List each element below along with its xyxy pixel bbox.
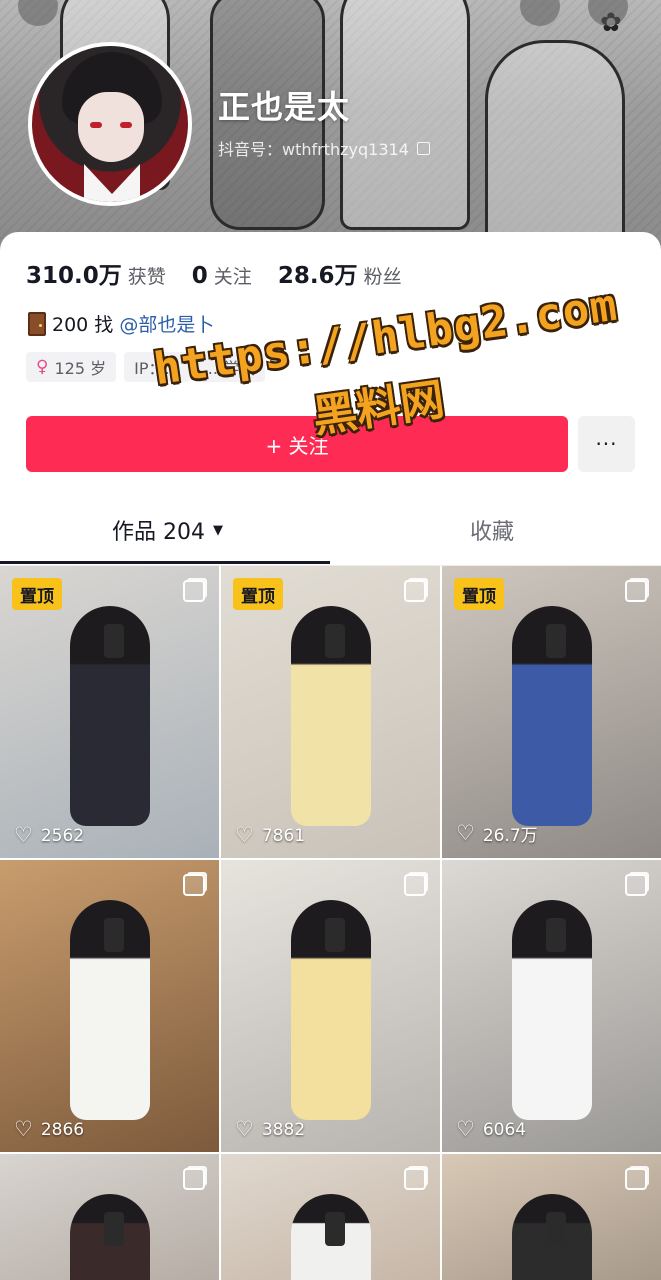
heart-icon: ♡ [456, 821, 475, 845]
multi-image-icon [183, 874, 205, 896]
profile-nickname: 正也是太 [218, 88, 351, 126]
pinned-badge: 置顶 [12, 578, 62, 610]
search-button[interactable] [520, 0, 560, 26]
bio-mention-link[interactable]: @部也是卜 [119, 310, 214, 337]
school-tag-text: ...学校 [207, 359, 255, 378]
multi-image-icon [404, 580, 426, 602]
video-likes-count: 2866 [40, 1119, 85, 1140]
video-likes: ♡ 7861 [235, 825, 305, 846]
video-thumbnail[interactable] [0, 1154, 219, 1280]
avatar[interactable] [28, 42, 192, 206]
multi-image-icon [625, 1168, 647, 1190]
bio-text: 200 找 [52, 314, 114, 336]
multi-image-icon [404, 874, 426, 896]
phone-prop [546, 918, 566, 952]
tab-favorites[interactable]: 收藏 [470, 514, 514, 546]
video-thumbnail[interactable]: ♡ 3882 [221, 860, 440, 1152]
heart-icon: ♡ [14, 823, 33, 847]
followers-count: 28.6万 [277, 263, 358, 289]
video-thumbnail[interactable]: 置顶 ♡ 2562 [0, 566, 219, 858]
following-count: 0 [191, 263, 208, 289]
pinned-badge: 置顶 [233, 578, 283, 610]
tab-favorites-label: 收藏 [470, 520, 515, 545]
follow-button[interactable]: + 关注 [26, 416, 568, 472]
video-thumbnail[interactable] [442, 1154, 661, 1280]
video-likes: ♡ 2562 [14, 825, 84, 846]
menu-button[interactable] [588, 0, 628, 26]
female-icon: ♀ [36, 357, 49, 377]
more-icon: ··· [595, 432, 618, 456]
profile-card: 310.0万 获赞 0 关注 28.6万 粉丝 200 找 @部也是卜 ♀ 12… [0, 232, 661, 1280]
active-tab-indicator [0, 561, 330, 564]
pinned-badge: 置顶 [454, 578, 504, 610]
profile-tags: ♀ 125 岁 IP：... ...学校 [26, 352, 265, 382]
multi-image-icon [183, 1168, 205, 1190]
phone-prop [325, 624, 345, 658]
tab-works[interactable]: 作品 204 ▼ [112, 514, 223, 546]
video-likes-count: 26.7万 [482, 826, 538, 846]
video-thumbnail[interactable]: ♡ 2866 [0, 860, 219, 1152]
video-thumbnail[interactable]: 置顶 ♡ 7861 [221, 566, 440, 858]
door-icon [28, 311, 46, 336]
banner-illustration-figure [485, 40, 625, 250]
more-options-button[interactable]: ··· [578, 416, 635, 472]
likes-count: 310.0万 [26, 263, 122, 289]
video-likes-count: 6064 [482, 1119, 527, 1140]
video-likes: ♡ 26.7万 [456, 821, 538, 847]
ip-tag-text: IP：... [134, 359, 180, 378]
tab-works-label: 作品 204 [112, 520, 205, 545]
multi-image-icon [183, 580, 205, 602]
video-thumbnail[interactable] [221, 1154, 440, 1280]
heart-icon: ♡ [14, 1117, 33, 1141]
heart-icon: ♡ [235, 1117, 254, 1141]
video-likes-count: 2562 [40, 825, 85, 846]
video-likes: ♡ 3882 [235, 1119, 305, 1140]
video-grid: 置顶 ♡ 2562 置顶 ♡ 7861 置顶 ♡ 26.7万 ♡ 2866 ♡ 3882 ♡ 6064 [0, 566, 661, 1280]
follow-button-label: + 关注 [265, 433, 329, 458]
multi-image-icon [625, 580, 647, 602]
douyin-id[interactable]: 抖音号：wthfrthzyq1314 [218, 136, 430, 160]
douyin-id-text: 抖音号：wthfrthzyq1314 [218, 140, 409, 159]
phone-prop [104, 1212, 124, 1246]
video-likes: ♡ 2866 [14, 1119, 84, 1140]
phone-prop [325, 1212, 345, 1246]
caret-down-icon[interactable]: ▼ [213, 523, 223, 538]
profile-stats: 310.0万 获赞 0 关注 28.6万 粉丝 [26, 256, 428, 290]
video-likes: ♡ 6064 [456, 1119, 526, 1140]
age-tag: ♀ 125 岁 [26, 352, 117, 382]
back-button[interactable] [18, 0, 58, 26]
profile-bio: 200 找 @部也是卜 [28, 310, 214, 337]
phone-prop [104, 918, 124, 952]
likes-label[interactable]: 获赞 [128, 262, 166, 289]
phone-prop [325, 918, 345, 952]
phone-prop [104, 624, 124, 658]
multi-image-icon [625, 874, 647, 896]
video-likes-count: 3882 [261, 1119, 306, 1140]
phone-prop [546, 624, 566, 658]
multi-image-icon [404, 1168, 426, 1190]
video-thumbnail[interactable]: 置顶 ♡ 26.7万 [442, 566, 661, 858]
heart-icon: ♡ [235, 823, 254, 847]
video-likes-count: 7861 [261, 825, 306, 846]
video-thumbnail[interactable]: ♡ 6064 [442, 860, 661, 1152]
ip-tag: IP：... [124, 352, 190, 382]
phone-prop [546, 1212, 566, 1246]
heart-icon: ♡ [456, 1117, 475, 1141]
following-label[interactable]: 关注 [214, 262, 252, 289]
content-tabs: 作品 204 ▼ 收藏 [0, 494, 661, 566]
copy-icon[interactable] [416, 141, 430, 155]
age-tag-text: 125 岁 [54, 359, 107, 378]
banner-illustration-figure [340, 0, 470, 230]
school-tag[interactable]: ...学校 [197, 352, 265, 382]
followers-label[interactable]: 粉丝 [364, 262, 402, 289]
